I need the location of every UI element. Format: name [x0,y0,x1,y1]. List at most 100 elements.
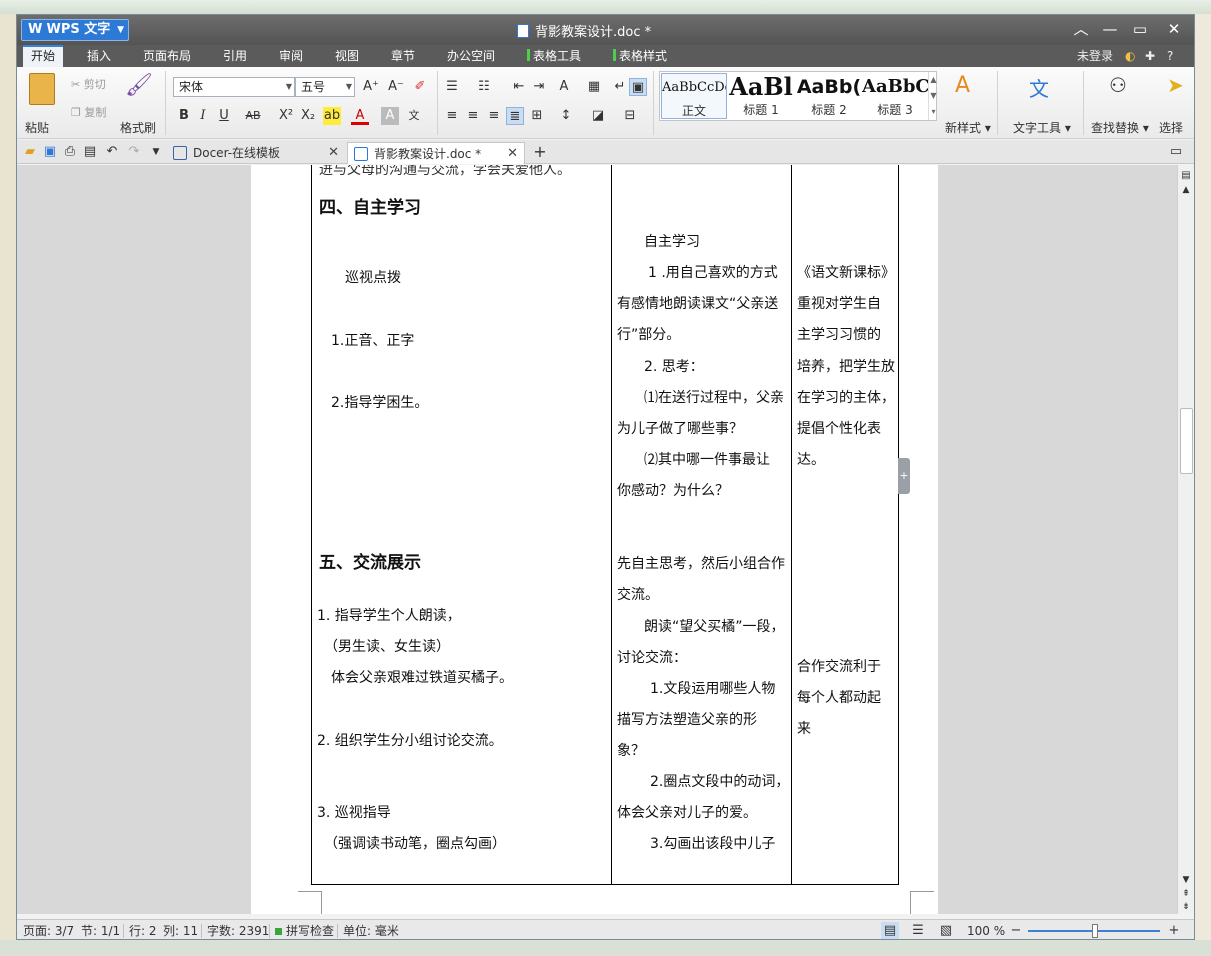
bold-icon[interactable]: B [175,107,193,125]
style-heading-2[interactable]: AaBb( 标题 2 [796,73,862,119]
ribbon-collapse-button[interactable]: ︿ [1068,19,1094,39]
font-color-icon[interactable]: A [351,107,369,125]
binoculars-icon[interactable]: ⚇ [1109,73,1127,97]
scrollbar-thumb[interactable] [1180,408,1193,474]
style-gallery-scroll[interactable]: ▲ ▼ ▾ [928,72,938,120]
underline-icon[interactable]: U [215,107,233,125]
toggle-paragraph-marks-icon[interactable]: ▣ [629,78,647,96]
print-preview-icon[interactable]: ▤ [81,143,99,161]
justify-icon[interactable]: ≣ [506,107,524,125]
align-center-icon[interactable]: ≡ [464,107,482,125]
text-direction-icon[interactable]: A [555,78,573,96]
format-painter-button[interactable]: 格式刷 [120,119,156,136]
clear-format-icon[interactable]: ✐ [411,78,429,96]
subscript-icon[interactable]: X₂ [299,107,317,125]
minimize-button[interactable]: — [1097,19,1123,39]
login-link[interactable]: 未登录 [1077,45,1113,67]
scroll-up-icon[interactable]: ▲ [1178,181,1194,199]
new-style-button[interactable]: 新样式 ▾ [945,119,991,136]
menu-tab-table-tools[interactable]: 表格工具 [527,45,581,67]
close-tab-icon[interactable]: ✕ [328,142,339,164]
style-normal[interactable]: AaBbCcDd 正文 [661,73,727,119]
superscript-icon[interactable]: X² [277,107,295,125]
decrease-indent-icon[interactable]: ⇤ [510,78,528,96]
menu-tab-references[interactable]: 引用 [223,45,247,67]
web-view-icon[interactable]: ▧ [937,922,955,939]
zoom-out-icon[interactable]: − [1007,922,1025,939]
menu-tab-table-style[interactable]: 表格样式 [613,45,667,67]
maximize-button[interactable]: ▭ [1127,19,1153,39]
side-panel-toggle-icon[interactable]: + [898,458,910,494]
new-tab-icon[interactable]: + [531,143,549,161]
shading-fill-icon[interactable]: ◪ [589,107,607,125]
close-window-button[interactable]: ✕ [1161,19,1187,39]
status-word-count[interactable]: 字数: 2391 [207,920,269,939]
menu-tab-home[interactable]: 开始 [23,45,64,67]
align-right-icon[interactable]: ≡ [485,107,503,125]
vertical-scrollbar[interactable]: ▤ ▲ ▼ ⇞ ⇟ [1177,165,1194,916]
increase-indent-icon[interactable]: ⇥ [530,78,548,96]
undo-icon[interactable]: ↶ [103,143,121,161]
zoom-slider-thumb[interactable] [1092,924,1098,938]
numbering-icon[interactable]: ☷ [475,78,493,96]
wps-app-menu-button[interactable]: W WPS 文字 ▼ [21,19,129,41]
tab-list-icon[interactable]: ▭ [1167,143,1185,161]
next-page-icon[interactable]: ⇟ [1178,898,1194,916]
font-name-select[interactable]: 宋体 ▼ [173,77,295,97]
page-view-icon[interactable]: ▤ [881,922,899,939]
phonetic-guide-icon[interactable]: 文 [405,107,423,125]
cut-button[interactable]: ✂ 剪切 [71,76,106,92]
menu-tab-review[interactable]: 审阅 [279,45,303,67]
close-tab-icon[interactable]: ✕ [507,143,518,165]
open-folder-icon[interactable]: ▰ [21,143,39,161]
font-size-select[interactable]: 五号 ▼ [295,77,355,97]
table-icon[interactable]: ▦ [585,78,603,96]
save-icon[interactable]: ▣ [41,143,59,161]
show-marks-icon[interactable]: ↵ [611,78,629,96]
italic-icon[interactable]: I [194,107,212,125]
lesson-plan-table[interactable]: 四、自主学习 巡视点拨 1.正音、正字 2.指导学困生。 自主学习 1 .用自己… [311,165,899,885]
document-page[interactable]: 进与父母的沟通与交流，学会关爱他人。 四、自主学习 巡视点拨 1.正音、正字 2… [251,165,938,914]
menu-tab-chapter[interactable]: 章节 [391,45,415,67]
grow-font-icon[interactable]: A⁺ [362,78,380,96]
menu-tab-page-layout[interactable]: 页面布局 [143,45,191,67]
bullets-icon[interactable]: ☰ [443,78,461,96]
paste-button[interactable]: 粘贴 [25,119,49,136]
help-button[interactable]: ? [1167,45,1173,67]
format-painter-icon[interactable]: 🖌 [125,73,153,101]
style-heading-1[interactable]: AaBl 标题 1 [728,73,794,119]
status-unit[interactable]: 单位: 毫米 [343,920,399,939]
new-style-icon[interactable]: A [955,73,970,98]
align-left-icon[interactable]: ≡ [443,107,461,125]
text-tools-icon[interactable]: 文 [1029,73,1049,102]
shrink-font-icon[interactable]: A⁻ [387,78,405,96]
skin-icon[interactable]: ◐ [1125,45,1135,67]
style-heading-3[interactable]: AaBbC 标题 3 [862,73,928,119]
zoom-in-icon[interactable]: + [1165,922,1183,939]
menu-tab-view[interactable]: 视图 [335,45,359,67]
cell-text: （强调读书动笔，圈点勾画） [324,836,506,852]
find-replace-button[interactable]: 查找替换 ▾ [1091,119,1149,136]
cursor-select-icon[interactable]: ➤ [1167,73,1184,97]
menu-tab-insert[interactable]: 插入 [87,45,111,67]
select-button[interactable]: 选择 [1159,119,1183,136]
quick-access-menu-icon[interactable]: ▼ [147,143,165,161]
outline-view-icon[interactable]: ☰ [909,922,927,939]
char-shading-icon[interactable]: A [381,107,399,125]
zoom-level[interactable]: 100 % [967,920,1005,939]
distributed-align-icon[interactable]: ⊞ [528,107,546,125]
line-spacing-icon[interactable]: ↕ [557,107,575,125]
tab-current-document[interactable]: 背影教案设计.doc * ✕ [347,142,525,164]
copy-button[interactable]: ❐ 复制 [71,104,106,120]
menu-tab-office-space[interactable]: 办公空间 [447,45,495,67]
print-icon[interactable]: ⎙ [61,143,79,161]
text-tools-button[interactable]: 文字工具 ▾ [1013,119,1071,136]
strikethrough-icon[interactable]: AB [241,107,265,125]
redo-icon[interactable]: ↷ [125,143,143,161]
shirt-icon[interactable]: ✚ [1145,45,1155,67]
paste-icon[interactable] [29,73,55,105]
tab-docer-templates[interactable]: Docer-在线模板 ✕ [167,142,345,164]
spell-check-toggle[interactable]: 拼写检查 [275,920,334,939]
highlight-icon[interactable]: ab [323,107,341,125]
borders-icon[interactable]: ⊟ [621,107,639,125]
